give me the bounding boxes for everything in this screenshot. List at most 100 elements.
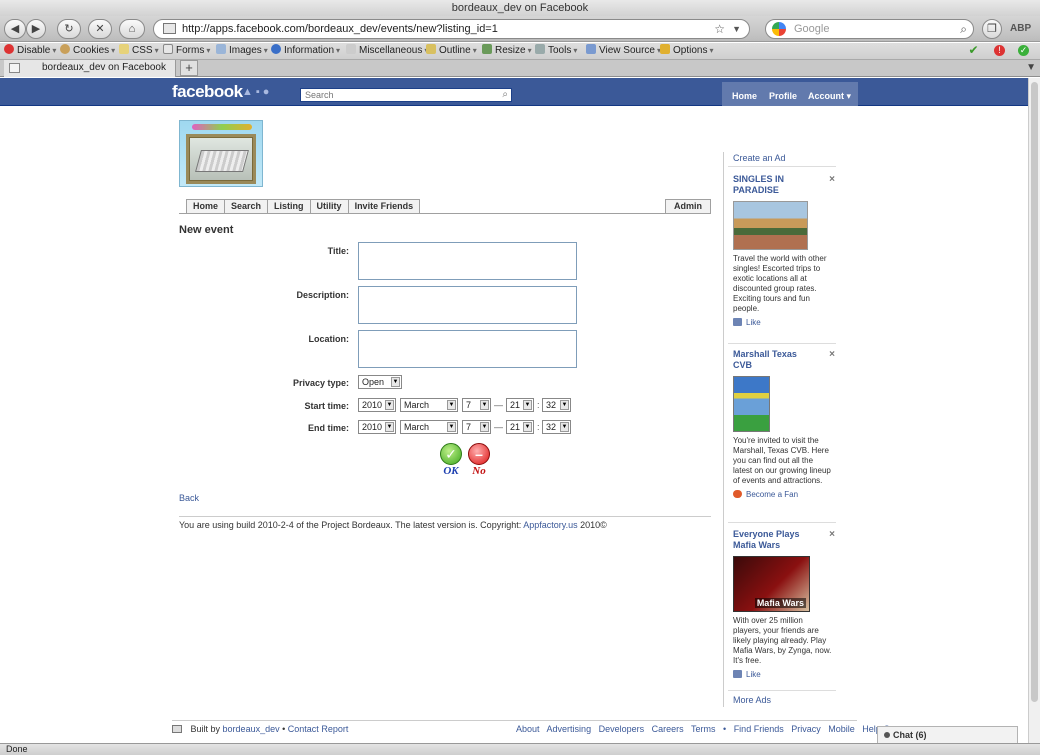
dev-css[interactable]: CSS ▾ — [119, 43, 159, 59]
nav-profile-link[interactable]: Profile — [769, 91, 797, 101]
author-link[interactable]: bordeaux_dev — [223, 724, 280, 734]
ad-title[interactable]: Everyone Plays Mafia Wars — [733, 529, 815, 551]
report-link[interactable]: Report — [321, 724, 348, 734]
footer-developers-link[interactable]: Developers — [599, 724, 645, 734]
browser-search-input[interactable]: Google ⌕ — [765, 19, 974, 39]
page-scrollbar[interactable] — [1028, 78, 1040, 743]
tab-invite-friends[interactable]: Invite Friends — [347, 199, 421, 214]
start-hour-value: 21 — [510, 400, 521, 410]
dev-options[interactable]: Options ▾ — [660, 43, 713, 59]
tab-utility[interactable]: Utility — [309, 199, 348, 214]
footer-mobile-link[interactable]: Mobile — [828, 724, 855, 734]
dev-outline[interactable]: Outline ▾ — [426, 43, 477, 59]
chevron-down-icon: ▼ — [391, 377, 400, 387]
reload-button[interactable]: ↻ — [57, 19, 81, 39]
end-hour-select[interactable]: 21 ▼ — [506, 420, 534, 434]
no-button[interactable]: – No — [466, 443, 492, 477]
privacy-select[interactable]: Open ▼ — [358, 375, 402, 389]
dev-forms[interactable]: Forms ▾ — [163, 43, 210, 59]
end-hour-value: 21 — [510, 422, 521, 432]
ad-image[interactable]: Mafia Wars — [733, 556, 810, 612]
create-ad-link[interactable]: Create an Ad — [733, 153, 786, 163]
end-minute-select[interactable]: 32 ▼ — [542, 420, 571, 434]
ad-like-link[interactable]: Like — [733, 670, 833, 679]
title-input[interactable] — [358, 242, 577, 280]
dev-information[interactable]: Information ▾ — [271, 43, 340, 59]
tab-admin[interactable]: Admin — [665, 199, 711, 214]
scrollbar-thumb[interactable] — [1031, 82, 1038, 702]
ad-singles-in-paradise[interactable]: SINGLES IN PARADISE × Travel the world w… — [733, 174, 835, 327]
start-day-select[interactable]: 7 ▼ — [462, 398, 491, 412]
nav-account-link[interactable]: Account ▾ — [808, 91, 851, 102]
footer-privacy-link[interactable]: Privacy — [791, 724, 821, 734]
footer-find-friends-link[interactable]: Find Friends — [734, 724, 784, 734]
end-year-select[interactable]: 2010 ▼ — [358, 420, 396, 434]
bookmark-star-icon[interactable]: ☆ — [714, 20, 725, 38]
options-icon — [660, 44, 670, 54]
url-dropdown-icon[interactable]: ▼ — [732, 20, 741, 38]
footer-advertising-link[interactable]: Advertising — [547, 724, 592, 734]
ad-marshall-texas[interactable]: Marshall Texas CVB × You're invited to v… — [733, 349, 835, 499]
dev-resize[interactable]: Resize ▾ — [482, 43, 532, 59]
close-icon[interactable]: × — [829, 529, 835, 540]
start-year-select[interactable]: 2010 ▼ — [358, 398, 396, 412]
url-bar[interactable]: http://apps.facebook.com/bordeaux_dev/ev… — [153, 19, 750, 39]
end-day-select[interactable]: 7 ▼ — [462, 420, 491, 434]
tab-listing[interactable]: Listing — [267, 199, 310, 214]
new-tab-button[interactable]: + — [180, 60, 198, 76]
more-ads-link[interactable]: More Ads — [733, 695, 771, 705]
css-valid-icon[interactable]: ✔ — [968, 44, 979, 56]
tab-list-icon[interactable]: ▼ — [1026, 62, 1036, 73]
tab-search[interactable]: Search — [224, 199, 268, 214]
dev-misc-label: Miscellaneous — [359, 45, 423, 56]
dev-view-source[interactable]: View Source ▾ — [586, 43, 661, 59]
appfactory-link[interactable]: Appfactory.us — [523, 520, 577, 530]
tab-home[interactable]: Home — [186, 199, 225, 214]
ad-mafia-wars[interactable]: Everyone Plays Mafia Wars × Mafia Wars W… — [733, 529, 835, 679]
dev-miscellaneous[interactable]: Miscellaneous▾ — [346, 43, 428, 59]
description-input[interactable] — [358, 286, 577, 324]
ad-image[interactable] — [733, 201, 808, 250]
dev-cookies[interactable]: Cookies ▾ — [60, 43, 115, 59]
dev-images[interactable]: Images ▾ — [216, 43, 268, 59]
nav-home-link[interactable]: Home — [732, 91, 757, 101]
contact-link[interactable]: Contact — [288, 724, 319, 734]
ad-image[interactable] — [733, 376, 770, 432]
ok-button[interactable]: ✓ OK — [438, 443, 464, 477]
back-nav-button[interactable]: ◀ — [4, 19, 26, 39]
facebook-logo[interactable]: facebook — [172, 82, 243, 102]
ad-like-link[interactable]: Like — [733, 318, 833, 327]
error-icon[interactable]: ! — [994, 45, 1005, 56]
browser-tab[interactable]: bordeaux_dev on Facebook — [4, 60, 176, 77]
forward-nav-button[interactable]: ▶ — [26, 19, 46, 39]
css-icon — [119, 44, 129, 54]
end-month-select[interactable]: March ▼ — [400, 420, 458, 434]
stop-button[interactable]: ✕ — [88, 19, 112, 39]
back-link[interactable]: Back — [179, 493, 199, 503]
app-icon — [172, 725, 182, 733]
start-minute-select[interactable]: 32 ▼ — [542, 398, 571, 412]
search-icon[interactable]: ⌕ — [960, 20, 967, 38]
facebook-search-input[interactable]: Search ⌕ — [300, 88, 512, 102]
chevron-down-icon: ▼ — [447, 422, 456, 432]
dev-disable[interactable]: Disable ▾ — [4, 43, 56, 59]
location-input[interactable] — [358, 330, 577, 368]
notification-icons[interactable]: ▲▪● — [242, 86, 272, 98]
search-icon[interactable]: ⌕ — [502, 89, 508, 101]
window-button[interactable]: ❐ — [982, 19, 1002, 39]
footer-careers-link[interactable]: Careers — [652, 724, 684, 734]
check-icon[interactable]: ✓ — [1018, 45, 1029, 56]
adblock-button[interactable]: ABP — [1010, 20, 1036, 38]
home-nav-button[interactable]: ⌂ — [119, 19, 145, 39]
close-icon[interactable]: × — [829, 349, 835, 360]
chat-bar[interactable]: Chat (6) — [877, 726, 1018, 743]
footer-about-link[interactable]: About — [516, 724, 540, 734]
ad-fan-link[interactable]: Become a Fan — [733, 490, 833, 499]
ad-title[interactable]: SINGLES IN PARADISE — [733, 174, 815, 196]
dev-tools[interactable]: Tools ▾ — [535, 43, 577, 59]
start-month-select[interactable]: March ▼ — [400, 398, 458, 412]
close-icon[interactable]: × — [829, 174, 835, 185]
footer-terms-link[interactable]: Terms — [691, 724, 716, 734]
start-hour-select[interactable]: 21 ▼ — [506, 398, 534, 412]
ad-title[interactable]: Marshall Texas CVB — [733, 349, 815, 371]
